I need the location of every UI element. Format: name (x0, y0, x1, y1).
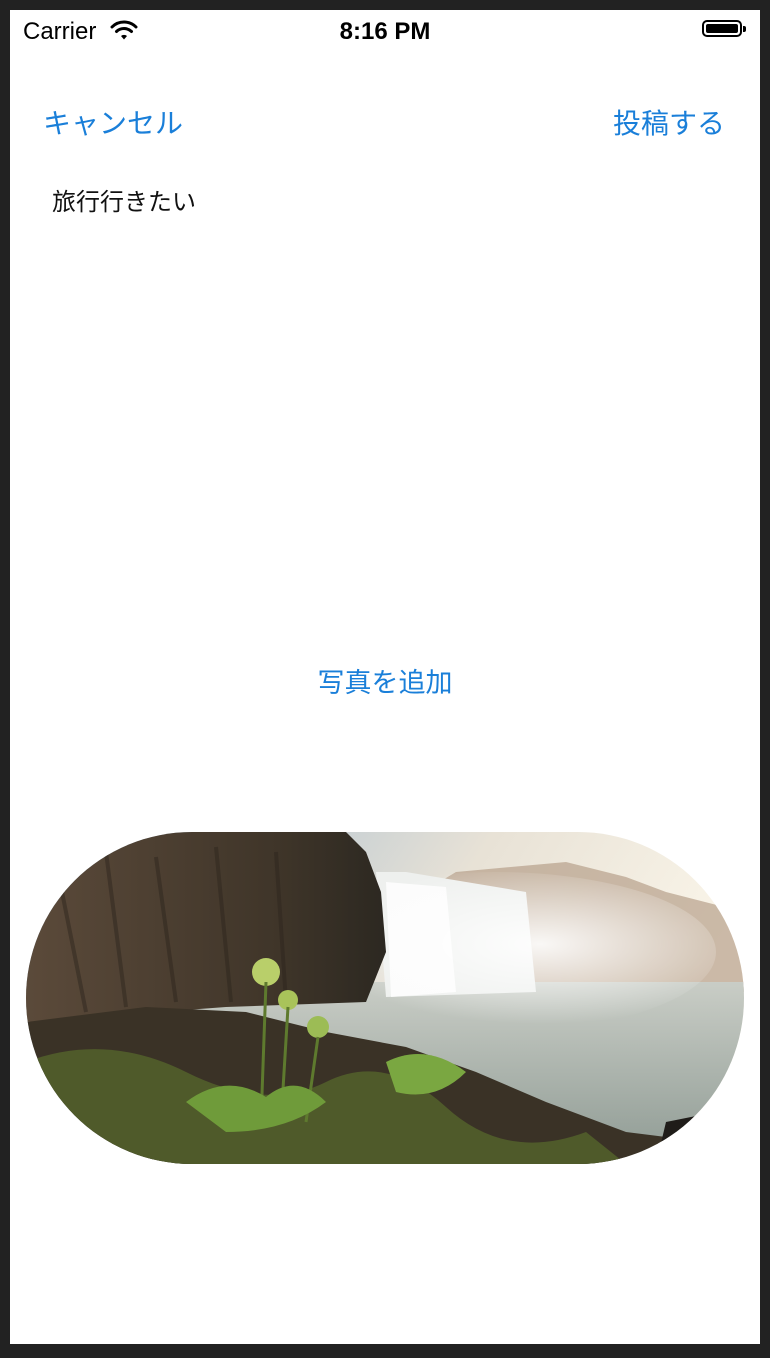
post-button[interactable]: 投稿する (613, 102, 725, 142)
screen: Carrier 8:16 PM キャンセル 投稿する 旅行行きたい 写真を追加 (10, 10, 760, 1344)
selected-photo (26, 832, 744, 1164)
battery-icon (702, 20, 746, 37)
cancel-button[interactable]: キャンセル (43, 102, 183, 142)
status-bar: Carrier 8:16 PM (10, 10, 760, 52)
post-text-input[interactable]: 旅行行きたい (52, 182, 712, 602)
status-time: 8:16 PM (339, 18, 431, 45)
add-photo-button[interactable]: 写真を追加 (10, 661, 760, 700)
